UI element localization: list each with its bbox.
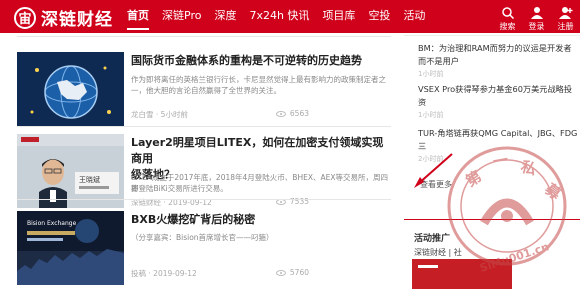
article-title-line1[interactable]: Layer2明星项目LITEX，如何在加密支付领域实现商用 (131, 136, 383, 165)
news-item[interactable]: BM：为治理和RAM而努力的议运是开发者 而不是用户 1小时前 (418, 42, 578, 79)
article-thumbnail[interactable] (17, 52, 124, 126)
nav-flash[interactable]: 7x24h 快讯 (249, 0, 309, 33)
view-count: 5760 (289, 268, 309, 277)
article-title[interactable]: BXB火爆挖矿背后的秘密 (131, 212, 389, 228)
article-time: 5小时前 (160, 110, 188, 119)
news-title[interactable]: VSEX Pro获得琴参力基金60万美元战略投资 (418, 83, 578, 109)
article-views: 6563 (275, 109, 309, 118)
article-author[interactable]: 龙白雪 (131, 110, 154, 119)
article-title[interactable]: 国际货币金融体系的重构是不可逆转的历史趋势 (131, 53, 389, 69)
nav-projects[interactable]: 项目库 (322, 0, 355, 33)
article-list: 国际货币金融体系的重构是不可逆转的历史趋势 作为即将离任的英格兰银行行长，卡尼显… (0, 33, 404, 289)
search-label: 搜索 (499, 22, 516, 31)
speaker-thumbnail-image: 王晓斌 (17, 134, 124, 208)
eye-icon (275, 269, 286, 276)
article-summary-line2: 一，他大胆的言论自然赢得了全世界的关注。 (131, 86, 281, 95)
view-count: 6563 (289, 109, 309, 118)
search-icon (501, 7, 514, 19)
article-thumbnail[interactable]: Bision Exchange (17, 211, 124, 285)
news-time: 1小时前 (418, 70, 444, 78)
divider (17, 199, 391, 200)
globe-thumbnail-image (17, 52, 124, 126)
section-divider (404, 219, 580, 220)
main-nav: 首页 深链Pro 深度 7x24h 快讯 项目库 空投 活动 (127, 0, 438, 33)
meta-dot: · (148, 269, 151, 278)
article-item[interactable]: Bision Exchange BXB火爆挖矿背后的秘密 （分享嘉宾：Bisio… (17, 211, 391, 285)
divider (17, 36, 391, 37)
nav-home[interactable]: 首页 (127, 0, 149, 33)
article-views: 5760 (275, 268, 309, 277)
login-button[interactable]: 登录 (522, 0, 551, 33)
article-meta: 投稿 · 2019-09-12 (131, 268, 197, 279)
article-meta: 龙白雪 · 5小时前 (131, 109, 188, 120)
article-item[interactable]: 国际货币金融体系的重构是不可逆转的历史趋势 作为即将离任的英格兰银行行长，卡尼显… (17, 52, 391, 126)
section-title: 活动推广 (414, 234, 451, 244)
user-icon (530, 7, 543, 19)
divider (17, 126, 391, 127)
register-button[interactable]: 注册 (551, 0, 580, 33)
article-item[interactable]: 王晓斌 Layer2明星项目LITEX，如何在加密支付领域实现商用 级落地？ L… (17, 134, 391, 208)
nav-airdrop[interactable]: 空投 (368, 0, 390, 33)
search-button[interactable]: 搜索 (493, 0, 522, 33)
nav-tools: 搜索 登录 注册 (493, 0, 580, 33)
arrow-overlay-icon (414, 153, 453, 188)
article-time: 2019-09-12 (153, 269, 197, 278)
nav-depth[interactable]: 深度 (214, 0, 236, 33)
login-label: 登录 (528, 22, 545, 31)
eye-icon (275, 110, 286, 117)
news-item[interactable]: VSEX Pro获得琴参力基金60万美元战略投资 1小时前 (418, 83, 578, 120)
section-subtitle[interactable]: 深链财经 | 社 (414, 247, 462, 258)
top-navbar: 宙 深链财经 首页 深链Pro 深度 7x24h 快讯 项目库 空投 活动 搜索… (0, 0, 580, 33)
article-summary-line1: 作为即将离任的英格兰银行行长，卡尼显然觉得上最有影响力的政策制定者之 (131, 75, 386, 84)
promo-banner[interactable] (412, 259, 512, 289)
logo-text: 深链财经 (41, 10, 113, 30)
logo-mark-icon: 宙 (14, 6, 36, 29)
news-title[interactable]: BM：为治理和RAM而努力的议运是开发者 而不是用户 (418, 42, 578, 68)
divider (404, 35, 580, 36)
register-label: 注册 (557, 22, 574, 31)
news-time: 1小时前 (418, 111, 444, 119)
site-logo[interactable]: 宙 深链财经 (14, 5, 113, 30)
article-summary-line2: 将登陆BiKi交易所进行交易。 (131, 184, 228, 193)
exchange-name: Bision Exchange (27, 220, 77, 227)
exchange-thumbnail-image: Bision Exchange (17, 211, 124, 285)
meta-dot: · (155, 110, 159, 119)
speaker-name: 王晓斌 (79, 175, 100, 184)
article-thumbnail[interactable]: 王晓斌 (17, 134, 124, 208)
article-summary: （分享嘉宾：Bision首席增长官——叼箍） (131, 233, 274, 242)
article-author[interactable]: 投稿 (131, 269, 146, 278)
nav-events[interactable]: 活动 (403, 0, 425, 33)
nav-pro[interactable]: 深链Pro (162, 0, 201, 33)
register-icon (558, 7, 572, 19)
